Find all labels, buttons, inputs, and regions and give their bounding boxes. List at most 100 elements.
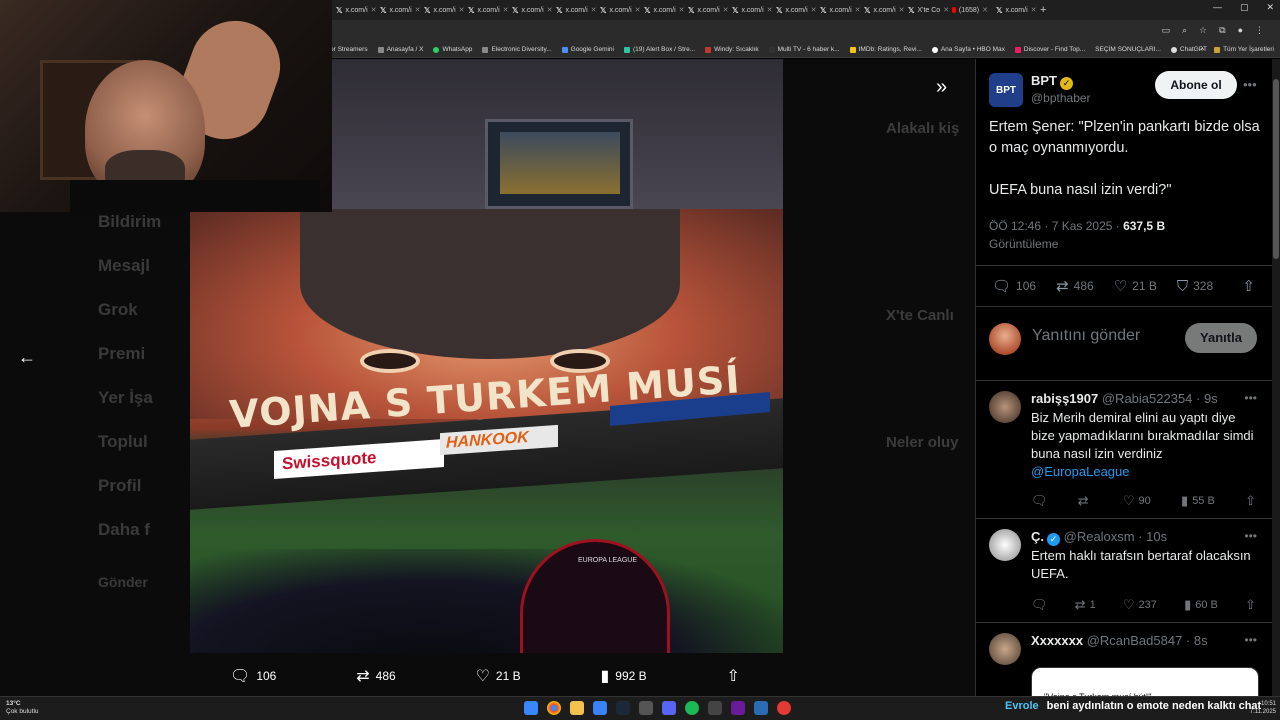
reply-button[interactable]: 🗨	[1031, 493, 1048, 509]
bookmark[interactable]: Discover - Find Top...	[1014, 46, 1085, 53]
bookmark[interactable]: (19) Alert Box / Stre...	[624, 46, 695, 53]
reply-submit-button[interactable]: Yanıtla	[1185, 323, 1257, 353]
subscribe-button[interactable]: Abone ol	[1155, 71, 1237, 99]
browser-tab[interactable]: 𝕏x.com/i ✕	[596, 0, 640, 20]
folder-icon[interactable]	[570, 701, 584, 715]
bookmark[interactable]: Multi TV - 6 haber k...	[768, 46, 840, 53]
reply-item[interactable]: Ç. ✓ @Realoxsm · 10s ••• Ertem haklı tara…	[976, 519, 1272, 623]
steam-icon[interactable]	[616, 701, 630, 715]
arrow-left-icon[interactable]: ←	[14, 346, 40, 368]
views-button[interactable]: ▮ 60 B	[1184, 597, 1218, 613]
like-button[interactable]: ♡ 21 B	[476, 666, 521, 686]
close-icon[interactable]: ✕	[982, 6, 988, 14]
app-icon[interactable]	[639, 701, 653, 715]
x-logo-icon: 𝕏	[336, 5, 343, 15]
bookmarks-overflow-icon[interactable]: »	[1200, 46, 1204, 53]
more-icon[interactable]: •••	[1244, 529, 1257, 543]
avatar[interactable]: BPT	[989, 73, 1023, 107]
new-tab-icon[interactable]: +	[1040, 4, 1046, 16]
menu-icon[interactable]: ⋮	[1255, 25, 1264, 36]
bookmark[interactable]: SEÇİM SONUÇLARI...	[1095, 46, 1161, 53]
browser-tab[interactable]: 𝕏x.com/i ✕	[376, 0, 420, 20]
like-button[interactable]: ♡ 237	[1123, 597, 1157, 613]
browser-tab[interactable]: 𝕏x.com/i ✕	[508, 0, 552, 20]
views-button[interactable]: ▮ 55 B	[1181, 493, 1215, 509]
profile-icon[interactable]: ●	[1238, 25, 1243, 36]
browser-tab[interactable]: 𝕏x.com/i ✕	[420, 0, 464, 20]
browser-tab[interactable]: 𝕏x.com/i ✕	[332, 0, 376, 20]
spotify-icon[interactable]	[685, 701, 699, 715]
browser-tab[interactable]: 𝕏x.com/i ✕	[684, 0, 728, 20]
share-button[interactable]: ⇧	[1245, 597, 1256, 613]
bookmark[interactable]: WhatsApp	[433, 46, 472, 53]
avatar[interactable]	[989, 391, 1021, 423]
repost-button[interactable]: ⇄ 1	[1075, 597, 1096, 613]
reply-item[interactable]: rabişş1907 @Rabia522354 · 9s ••• Biz Mer…	[976, 381, 1272, 519]
like-button[interactable]: ♡ 21 B	[1114, 277, 1157, 295]
more-icon[interactable]: •••	[1243, 77, 1257, 92]
more-icon[interactable]: •••	[1244, 391, 1257, 405]
reply-button[interactable]: 🗨 106	[230, 666, 276, 686]
bookmark[interactable]: Windy: Sıcaklık	[705, 46, 759, 53]
chrome-icon[interactable]	[547, 701, 561, 715]
maximize-icon[interactable]: ▢	[1240, 2, 1249, 13]
app-icon[interactable]	[754, 701, 768, 715]
media-action-bar: 🗨 106 ⇄ 486 ♡ 21 B ▮ 992 B ⇧	[230, 663, 740, 689]
cast-icon[interactable]: ▭	[1161, 25, 1170, 36]
browser-tab[interactable]: 𝕏x.com/i ✕	[728, 0, 772, 20]
repost-button[interactable]: ⇄ 486	[1056, 277, 1094, 295]
browser-tab[interactable]: 𝕏x.com/i ✕	[640, 0, 684, 20]
tweet-author: BPT BPT ✓ @bpthaber Abone ol •••	[989, 71, 1269, 107]
repost-button[interactable]: ⇄	[1078, 493, 1093, 509]
weather-widget[interactable]: 13°C Çok bulutlu	[6, 700, 39, 716]
like-button[interactable]: ♡ 90	[1123, 493, 1151, 509]
app-icon[interactable]	[731, 701, 745, 715]
bookmark-button[interactable]: ⛉ 328	[1177, 278, 1213, 295]
bookmark[interactable]: Ana Sayfa • HBO Max	[931, 46, 1005, 53]
app-icon[interactable]	[708, 701, 722, 715]
bookmark[interactable]: Google Gemini	[561, 46, 614, 53]
browser-tab[interactable]: 𝕏x.com/i ✕	[552, 0, 596, 20]
bookmark[interactable]: IMDb: Ratings, Revi...	[849, 46, 922, 53]
repost-button[interactable]: ⇄ 486	[356, 666, 395, 686]
avatar[interactable]	[989, 529, 1021, 561]
double-chevron-right-icon[interactable]: »	[936, 76, 947, 99]
minimize-icon[interactable]: —	[1213, 2, 1222, 13]
share-button[interactable]: ⇧	[1242, 277, 1255, 295]
share-button[interactable]: ⇧	[727, 666, 740, 686]
bookmark[interactable]: Anasayfa / X	[377, 46, 423, 53]
start-icon[interactable]	[524, 701, 538, 715]
browser-tab[interactable]: 𝕏x.com/i ✕	[772, 0, 816, 20]
clock[interactable]: 10:51 7.11.2025	[1244, 700, 1276, 716]
reply-item[interactable]: Xxxxxxx @RcanBad5847 · 8s ••• "Vojna s T…	[976, 623, 1272, 696]
bookmark[interactable]: or Streamers	[330, 46, 368, 53]
quoted-media[interactable]: "Vojna s Turkem musí být!"	[1031, 667, 1259, 696]
author-name[interactable]: BPT ✓	[1031, 73, 1073, 90]
all-bookmarks-folder[interactable]: Tüm Yer İşaretleri	[1214, 46, 1274, 53]
reply-button[interactable]: 🗨	[1031, 597, 1048, 613]
author-handle[interactable]: @bpthaber	[1031, 91, 1091, 105]
scrollbar[interactable]	[1272, 59, 1280, 696]
window-close-icon[interactable]: ✕	[1266, 2, 1274, 13]
mention-link[interactable]: @EuropaLeague	[1031, 464, 1130, 479]
extensions-icon[interactable]: ⧉	[1219, 25, 1225, 36]
browser-tab[interactable]: 𝕏x.com/i ✕	[816, 0, 860, 20]
browser-tab[interactable]: 𝕏x.com/i ✕	[464, 0, 508, 20]
browser-tab[interactable]: 𝕏x.com/i ✕	[992, 0, 1036, 20]
avatar[interactable]	[989, 633, 1021, 665]
share-button[interactable]: ⇧	[1245, 493, 1256, 509]
browser-tab[interactable]: (1658) ✕	[948, 0, 992, 20]
app-icon[interactable]	[593, 701, 607, 715]
app-icon[interactable]	[777, 701, 791, 715]
browser-tab[interactable]: 𝕏x.com/i ✕	[860, 0, 904, 20]
reply-input[interactable]: Yanıtını gönder	[1032, 327, 1140, 345]
bookmark[interactable]: Electronic Diversity...	[482, 46, 552, 53]
reply-button[interactable]: 🗨 106	[992, 277, 1036, 295]
star-icon[interactable]: ☆	[1199, 25, 1207, 36]
views-button[interactable]: ▮ 992 B	[600, 666, 646, 686]
browser-tab-active[interactable]: 𝕏 X'te Co ✕	[904, 0, 948, 20]
close-icon[interactable]: ✕	[1031, 6, 1036, 14]
more-icon[interactable]: •••	[1244, 633, 1257, 647]
zoom-icon[interactable]: ⌕	[1182, 25, 1187, 36]
discord-icon[interactable]	[662, 701, 676, 715]
